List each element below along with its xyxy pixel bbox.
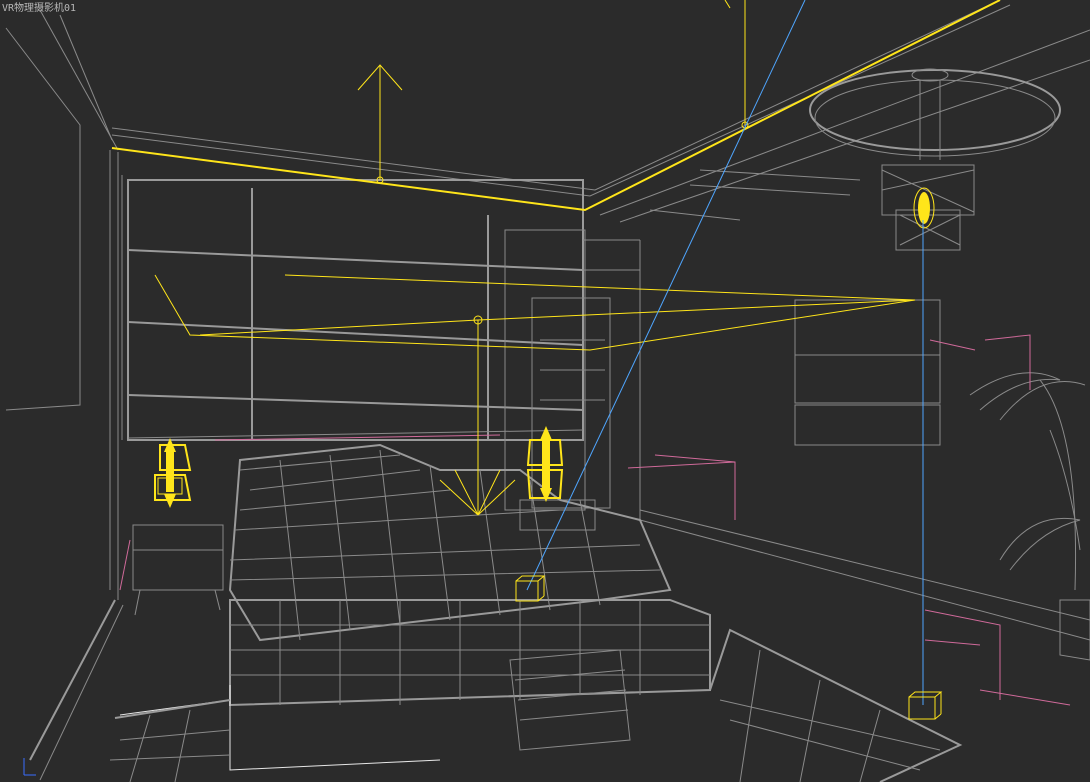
viewport-label[interactable]: VR物理摄影机01 [2,0,76,14]
wall-lamp-right-light[interactable] [526,426,564,502]
right-wall-panels [639,169,1090,641]
left-wall-wireframe [5,9,124,781]
camera-target-box-right[interactable] [908,691,943,720]
camera-target-box-left[interactable] [515,575,546,602]
ceiling-cornice [111,0,1090,223]
chandelier-wireframe [809,68,1061,251]
viewport-perspective[interactable]: VR物理摄影机01 [0,0,1090,782]
wireframe-scene[interactable] [0,0,1090,782]
chandelier-light[interactable] [913,187,935,229]
rug-wireframe [109,628,963,782]
potted-plant-wireframe [969,372,1090,661]
wall-lamp-left-light[interactable] [154,438,192,508]
back-wall-window-grid [121,175,641,520]
nightstand-left [132,524,224,616]
axis-tripod-icon [23,758,36,776]
bed-wireframe [119,443,711,771]
